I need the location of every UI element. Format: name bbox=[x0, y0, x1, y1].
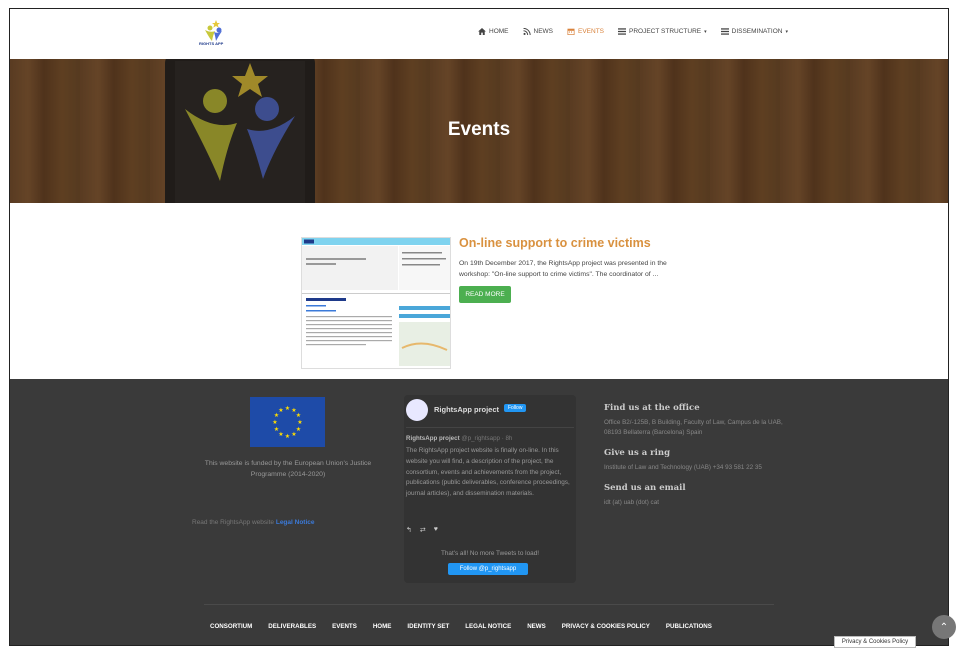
nav-dissemination-label: Dissemination bbox=[731, 28, 783, 35]
twitter-widget: RightsApp project Follow RightsApp proje… bbox=[404, 395, 576, 583]
list-icon bbox=[618, 28, 627, 35]
footer-nav: Consortium Deliverables Events Home Iden… bbox=[210, 623, 712, 630]
email-heading: Send us an email bbox=[604, 483, 686, 493]
like-icon[interactable]: ♥ bbox=[434, 526, 438, 534]
tweet-author: RightsApp project @p_rightsapp · 8h bbox=[406, 435, 512, 442]
event-title-link[interactable]: On-line support to crime victims bbox=[459, 236, 651, 250]
site-logo[interactable]: RIGHTS APP bbox=[199, 19, 226, 53]
office-address: Office B2/-125B, B Building, Faculty of … bbox=[604, 419, 783, 436]
rightsapp-logo-icon bbox=[205, 20, 222, 41]
email-text: idt (at) uab (dot) cat bbox=[604, 499, 659, 506]
nav-news[interactable]: News bbox=[522, 28, 554, 35]
twitter-divider bbox=[406, 427, 574, 428]
tweet-actions: ↰ ⇄ ♥ bbox=[406, 526, 438, 534]
page-title: Events bbox=[447, 119, 511, 140]
logo-label: RIGHTS APP bbox=[199, 41, 224, 46]
twitter-avatar bbox=[406, 399, 428, 421]
nav-project-structure-label: Project structure bbox=[629, 28, 702, 35]
read-more-button[interactable]: READ MORE bbox=[459, 286, 511, 303]
event-thumbnail[interactable] bbox=[301, 237, 451, 369]
chevron-down-icon: ▾ bbox=[704, 28, 707, 35]
calendar-icon bbox=[567, 28, 575, 35]
footer-link-privacy[interactable]: Privacy & Cookies Policy bbox=[562, 623, 650, 630]
phone-text: Institute of Law and Technology (UAB) +3… bbox=[604, 464, 762, 471]
footer-link-events[interactable]: Events bbox=[332, 623, 357, 630]
svg-text:★: ★ bbox=[285, 405, 290, 412]
svg-text:★: ★ bbox=[272, 419, 277, 426]
svg-text:★: ★ bbox=[278, 407, 283, 414]
tweet-author-handle: @p_rightsapp · 8h bbox=[461, 435, 513, 442]
footer-link-home[interactable]: Home bbox=[373, 623, 392, 630]
footer-link-deliverables[interactable]: Deliverables bbox=[268, 623, 316, 630]
funding-notice: This website is funded by the European U… bbox=[204, 460, 372, 478]
nav-project-structure[interactable]: Project structure ▾ bbox=[618, 28, 707, 35]
nav-news-label: News bbox=[533, 28, 554, 35]
legal-notice-link[interactable]: Legal Notice bbox=[276, 519, 315, 526]
eu-stars-icon: ★ ★★ ★★★ ★★★ ★★★ bbox=[272, 405, 302, 440]
phone-heading: Give us a ring bbox=[604, 448, 671, 458]
svg-text:★: ★ bbox=[274, 426, 279, 433]
twitter-follow-small-button[interactable]: Follow bbox=[504, 404, 527, 412]
footer-link-consortium[interactable]: Consortium bbox=[210, 623, 252, 630]
hero-banner: Events bbox=[10, 59, 948, 203]
nav-events[interactable]: Events bbox=[567, 28, 604, 35]
twitter-account-name[interactable]: RightsApp project bbox=[434, 405, 499, 414]
page-frame: RIGHTS APP Home News Events Project stru… bbox=[9, 8, 949, 646]
footer-link-news[interactable]: News bbox=[527, 623, 546, 630]
office-heading: Find us at the office bbox=[604, 403, 700, 413]
legal-prefix: Read the RightsApp website bbox=[192, 519, 275, 526]
contact-info: Find us at the office Office B2/-125B, B… bbox=[604, 403, 784, 518]
event-thumbnail-image bbox=[302, 238, 450, 366]
tweet-text: The RightsApp project website is finally… bbox=[406, 447, 570, 498]
scroll-to-top-button[interactable]: ⌃ bbox=[932, 615, 956, 639]
double-chevron-up-icon: ⌃ bbox=[939, 621, 949, 633]
footer-link-legal-notice[interactable]: Legal Notice bbox=[465, 623, 511, 630]
tweet-author-name[interactable]: RightsApp project bbox=[406, 435, 460, 442]
site-footer: ★ ★ ★ ★ ★ ★ ★ ★ ★ ★ ★ ★ This website is funded b… bbox=[10, 379, 948, 645]
no-more-tweets: That's all! No more Tweets to load! bbox=[440, 550, 540, 557]
list-icon bbox=[720, 28, 729, 35]
footer-divider bbox=[204, 604, 774, 605]
privacy-cookies-badge[interactable]: Privacy & Cookies Policy bbox=[834, 636, 916, 648]
retweet-icon[interactable]: ⇄ bbox=[420, 526, 426, 534]
svg-text:★: ★ bbox=[285, 433, 290, 440]
main-nav: Home News Events Project structure ▾ Dis… bbox=[478, 28, 788, 35]
rss-icon bbox=[522, 28, 531, 35]
nav-dissemination[interactable]: Dissemination ▾ bbox=[720, 28, 788, 35]
chevron-down-icon: ▾ bbox=[785, 28, 788, 35]
footer-link-identity-set[interactable]: Identity set bbox=[407, 623, 449, 630]
svg-text:★: ★ bbox=[297, 419, 302, 426]
nav-home[interactable]: Home bbox=[478, 28, 509, 35]
footer-link-publications[interactable]: Publications bbox=[666, 623, 712, 630]
site-header: RIGHTS APP Home News Events Project stru… bbox=[10, 9, 948, 59]
nav-home-label: Home bbox=[489, 28, 509, 35]
home-icon bbox=[478, 28, 486, 35]
event-excerpt: On 19th December 2017, the RightsApp pro… bbox=[459, 260, 667, 278]
svg-text:★: ★ bbox=[291, 431, 296, 438]
reply-icon[interactable]: ↰ bbox=[406, 526, 412, 534]
legal-notice-line: Read the RightsApp website Legal Notice bbox=[192, 519, 315, 526]
nav-events-label: Events bbox=[578, 28, 605, 35]
eu-flag-image: ★ ★ ★ ★ ★ ★ ★ ★ ★ ★ ★ ★ bbox=[250, 397, 325, 447]
svg-text:★: ★ bbox=[296, 412, 301, 419]
twitter-follow-button[interactable]: Follow @p_rightsapp bbox=[448, 563, 528, 575]
